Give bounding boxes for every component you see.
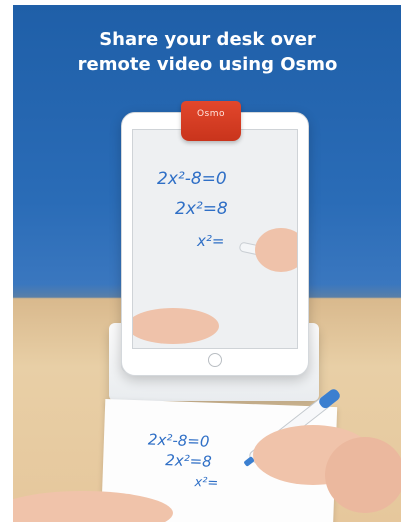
resting-hand	[13, 491, 173, 522]
desk-foreground	[13, 389, 401, 522]
promo-image: Share your desk over remote video using …	[13, 5, 401, 522]
